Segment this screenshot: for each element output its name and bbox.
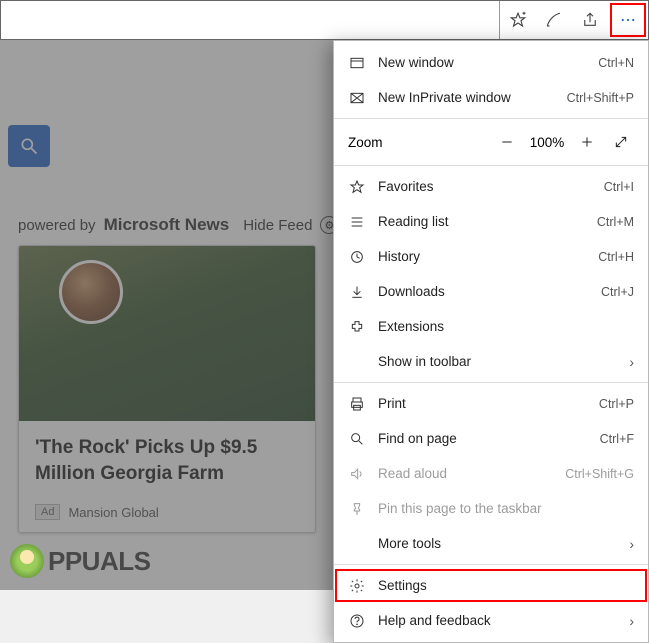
plus-icon [579, 134, 595, 150]
more-horizontal-icon [619, 11, 637, 29]
expand-icon [613, 134, 629, 150]
print-icon [346, 396, 368, 412]
menu-pin-taskbar: Pin this page to the taskbar [334, 491, 648, 526]
zoom-label: Zoom [348, 135, 383, 150]
menu-more-tools[interactable]: More tools › [334, 526, 648, 561]
menu-new-inprivate[interactable]: New InPrivate window Ctrl+Shift+P [334, 80, 648, 115]
menu-zoom: Zoom 100% [334, 122, 648, 162]
menu-extensions[interactable]: Extensions [334, 309, 648, 344]
favorites-button[interactable] [500, 1, 536, 39]
menu-reading-list[interactable]: Reading list Ctrl+M [334, 204, 648, 239]
feed-brand: Microsoft News [104, 215, 230, 235]
logo-text: PPUALS [48, 546, 150, 577]
search-icon [19, 136, 39, 156]
share-icon [581, 11, 599, 29]
watermark-logo: PPUALS [10, 544, 150, 578]
history-icon [346, 249, 368, 265]
star-plus-icon [509, 11, 527, 29]
share-button[interactable] [572, 1, 608, 39]
menu-print[interactable]: Print Ctrl+P [334, 386, 648, 421]
find-icon [346, 431, 368, 447]
card-title: 'The Rock' Picks Up $9.5 Million Georgia… [35, 435, 299, 486]
menu-history[interactable]: History Ctrl+H [334, 239, 648, 274]
ad-badge: Ad [35, 504, 60, 520]
logo-icon [10, 544, 44, 578]
pin-icon [346, 501, 368, 517]
menu-help[interactable]: Help and feedback › [334, 603, 648, 638]
menu-separator [334, 118, 648, 119]
powered-by-label: powered by [18, 217, 96, 234]
reading-list-icon [346, 214, 368, 230]
menu-read-aloud: Read aloud Ctrl+Shift+G [334, 456, 648, 491]
help-icon [346, 613, 368, 629]
chevron-right-icon: › [629, 536, 634, 552]
search-button[interactable] [8, 125, 50, 167]
settings-menu: New window Ctrl+N New InPrivate window C… [333, 40, 649, 643]
address-bar[interactable] [1, 1, 500, 39]
download-icon [346, 284, 368, 300]
star-icon [346, 179, 368, 195]
menu-new-window[interactable]: New window Ctrl+N [334, 45, 648, 80]
card-source: Mansion Global [68, 505, 158, 520]
zoom-in-button[interactable] [570, 127, 604, 157]
menu-show-in-toolbar[interactable]: Show in toolbar › [334, 344, 648, 379]
browser-toolbar [0, 0, 649, 40]
card-footer: Ad Mansion Global [35, 504, 159, 520]
card-image [19, 246, 315, 421]
read-aloud-icon [346, 466, 368, 482]
news-card[interactable]: 'The Rock' Picks Up $9.5 Million Georgia… [18, 245, 316, 533]
window-icon [346, 55, 368, 71]
chevron-right-icon: › [629, 354, 634, 370]
menu-separator [334, 564, 648, 565]
menu-settings[interactable]: Settings [334, 568, 648, 603]
pen-icon [545, 11, 563, 29]
fullscreen-button[interactable] [604, 127, 638, 157]
zoom-out-button[interactable] [490, 127, 524, 157]
menu-separator [334, 165, 648, 166]
gear-icon [346, 578, 368, 594]
zoom-value: 100% [524, 135, 570, 150]
chevron-right-icon: › [629, 613, 634, 629]
menu-downloads[interactable]: Downloads Ctrl+J [334, 274, 648, 309]
hide-feed-link[interactable]: Hide Feed [243, 217, 312, 234]
more-button[interactable] [610, 3, 646, 37]
feed-header: powered by Microsoft News Hide Feed ⚙ [18, 215, 338, 235]
menu-separator [334, 382, 648, 383]
extensions-icon [346, 319, 368, 335]
web-notes-button[interactable] [536, 1, 572, 39]
menu-find[interactable]: Find on page Ctrl+F [334, 421, 648, 456]
minus-icon [499, 134, 515, 150]
card-avatar [59, 260, 123, 324]
menu-favorites[interactable]: Favorites Ctrl+I [334, 169, 648, 204]
inprivate-icon [346, 90, 368, 106]
